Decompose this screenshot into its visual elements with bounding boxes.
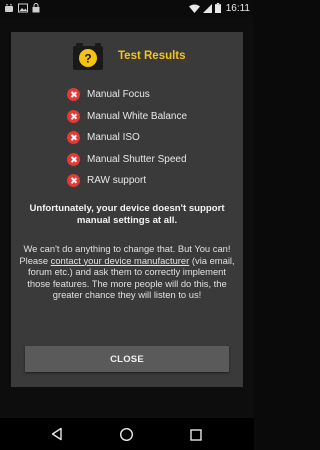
camera-question-icon: ?	[73, 42, 103, 70]
list-item: Manual Shutter Speed	[67, 149, 187, 171]
fail-icon	[67, 152, 80, 166]
lock-icon	[32, 0, 40, 18]
fail-icon	[67, 174, 80, 188]
feature-check-list: Manual Focus Manual White Balance Manual…	[67, 84, 187, 192]
home-icon[interactable]	[119, 427, 134, 447]
list-item: Manual ISO	[67, 127, 187, 149]
list-item: Manual Focus	[67, 84, 187, 106]
battery-icon	[214, 0, 221, 18]
dialog-title: Test Results	[118, 50, 186, 62]
test-results-dialog: ? Test Results Manual Focus Manual White…	[11, 32, 243, 387]
status-bar: 16:11	[0, 0, 254, 17]
warning-text: Unfortunately, your device doesn't suppo…	[29, 203, 225, 226]
fail-icon	[67, 109, 80, 123]
check-label: Manual Focus	[87, 89, 150, 101]
signal-icon	[202, 0, 212, 18]
check-label: Manual ISO	[87, 132, 140, 144]
list-item: Manual White Balance	[67, 106, 187, 128]
photo-icon	[18, 0, 28, 18]
close-button[interactable]: CLOSE	[25, 346, 229, 372]
back-icon[interactable]	[50, 427, 64, 446]
fail-icon	[67, 88, 80, 102]
check-label: Manual White Balance	[87, 110, 188, 122]
status-time: 16:11	[225, 3, 250, 14]
message-text: We can't do anything to change that. But…	[17, 243, 237, 301]
screen: 16:11 ? Test Results Manual Focus Manual…	[0, 0, 254, 450]
check-label: Manual Shutter Speed	[87, 153, 187, 165]
navigation-bar	[0, 418, 254, 450]
dialog-header: ? Test Results	[11, 40, 243, 72]
check-label: RAW support	[87, 175, 147, 187]
svg-text:?: ?	[84, 52, 91, 66]
contact-manufacturer-link[interactable]: contact your device manufacturer	[51, 255, 190, 266]
wifi-icon	[188, 0, 200, 18]
fail-icon	[67, 131, 80, 145]
recents-icon[interactable]	[190, 428, 202, 446]
list-item: RAW support	[67, 170, 187, 192]
android-app-icon	[4, 0, 14, 18]
